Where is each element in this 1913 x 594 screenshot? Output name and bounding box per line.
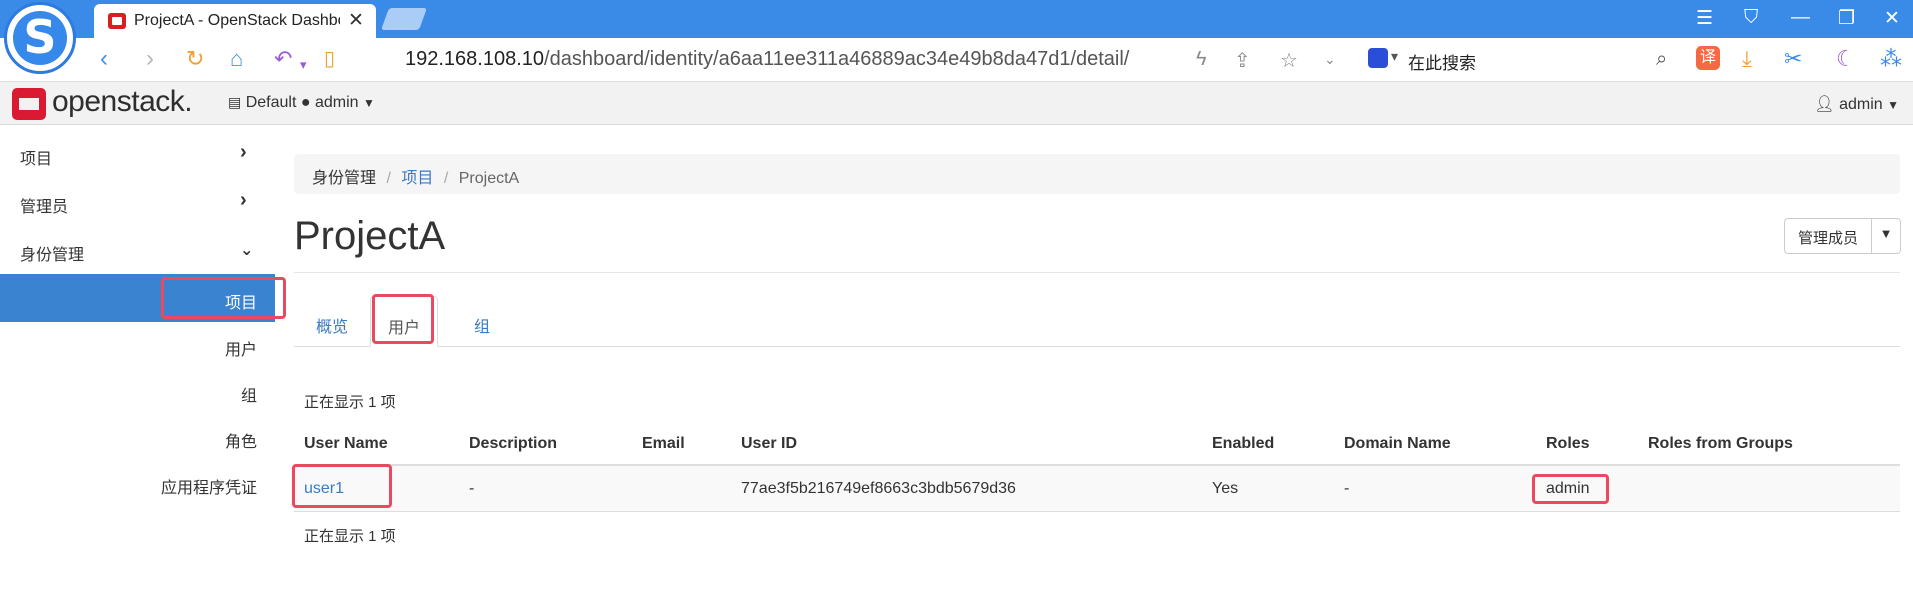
caret-down-icon: ▼	[1887, 98, 1899, 112]
undo-icon[interactable]: ↶	[274, 46, 292, 72]
openstack-brand[interactable]: openstack.	[52, 85, 193, 119]
breadcrumb-identity[interactable]: 身份管理	[312, 170, 376, 187]
search-icon[interactable]: ⌕	[1656, 48, 1667, 71]
highlight-box	[372, 294, 434, 344]
caret-down-icon: ▼	[363, 96, 375, 110]
column-description[interactable]: Description	[469, 435, 557, 453]
home-icon[interactable]: ⌂	[230, 46, 243, 72]
forward-icon[interactable]: ›	[146, 46, 154, 72]
domain-name: Default	[245, 94, 297, 111]
tab-groups[interactable]: 组	[444, 296, 520, 347]
openstack-logo-icon[interactable]	[12, 88, 46, 120]
user-domain-name: -	[1344, 480, 1350, 497]
manage-members-button-group: 管理成员 ▼	[1784, 218, 1902, 254]
user-description: -	[469, 480, 475, 497]
project-dot-icon: ●	[300, 94, 311, 111]
breadcrumb: 身份管理 / 项目 / ProjectA	[294, 154, 1900, 194]
highlight-box	[161, 277, 286, 319]
sidebar-group-label: 管理员	[20, 199, 69, 216]
openstack-navbar: openstack. ▤ Default ● admin ▼ 👤︎ admin …	[0, 82, 1913, 125]
night-mode-icon[interactable]: ☾	[1836, 46, 1856, 72]
column-user-id[interactable]: User ID	[741, 435, 797, 453]
new-tab-button[interactable]	[380, 8, 428, 30]
browser-tab-bar: ProjectA - OpenStack Dashboard ✕ ☰ ⛉ — ❐…	[0, 0, 1913, 38]
chevron-right-icon: ›	[240, 189, 247, 211]
scissors-icon[interactable]: ✂	[1784, 46, 1802, 72]
tab-close-icon[interactable]: ✕	[348, 9, 364, 32]
sidebar-item-roles[interactable]: 角色	[225, 428, 257, 452]
browser-tab-title: ProjectA - OpenStack Dashboard	[134, 12, 340, 29]
manage-members-button[interactable]: 管理成员	[1785, 219, 1873, 253]
url-field[interactable]: 192.168.108.10/dashboard/identity/a6aa11…	[405, 48, 1129, 71]
share-icon[interactable]: ⇪	[1234, 48, 1251, 73]
sidebar: 项目 › 管理员 › 身份管理 ⌄ 项目 用户 组 角色 应用程序凭证	[0, 126, 275, 594]
sidebar-group-admin[interactable]: 管理员 ›	[0, 178, 275, 226]
project-selector[interactable]: ▤ Default ● admin ▼	[228, 94, 375, 112]
breadcrumb-separator: /	[443, 170, 449, 187]
restore-icon[interactable]: ❐	[1838, 7, 1855, 30]
undo-dropdown-icon[interactable]: ▾	[300, 52, 307, 78]
chevron-right-icon: ›	[240, 141, 247, 163]
breadcrumb-separator: /	[386, 170, 391, 187]
menu-icon[interactable]: ☰	[1696, 7, 1713, 30]
breadcrumb-current: ProjectA	[458, 170, 520, 187]
bookmark-star-icon[interactable]: ☆	[1280, 48, 1298, 73]
skin-icon[interactable]: ⛉	[1744, 7, 1758, 29]
address-bar: ‹ › ↻ ⌂ ↶ ▾ ▯ 192.168.108.10/dashboard/i…	[0, 38, 1913, 82]
sidebar-item-users[interactable]: 用户	[225, 336, 257, 360]
column-roles[interactable]: Roles	[1546, 435, 1590, 453]
table-count-top: 正在显示 1 项	[304, 394, 396, 411]
history-dropdown-icon[interactable]: ⌄	[1324, 51, 1336, 68]
sidebar-group-label: 项目	[20, 151, 53, 168]
column-user-name[interactable]: User Name	[304, 435, 388, 453]
highlight-box	[1532, 474, 1609, 504]
browser-tab-active[interactable]: ProjectA - OpenStack Dashboard ✕	[94, 4, 376, 38]
user-enabled: Yes	[1212, 480, 1239, 497]
caret-down-icon[interactable]: ▼	[1872, 219, 1900, 253]
back-icon[interactable]: ‹	[100, 46, 108, 72]
baidu-search-engine-icon[interactable]	[1368, 48, 1398, 68]
sidebar-group-project[interactable]: 项目 ›	[0, 130, 275, 178]
url-path: /dashboard/identity/a6aa11ee311a46889ac3…	[544, 48, 1130, 70]
column-domain-name[interactable]: Domain Name	[1344, 435, 1451, 453]
sidebar-item-groups[interactable]: 组	[241, 382, 257, 406]
window-close-icon[interactable]: ✕	[1884, 7, 1900, 30]
download-icon[interactable]: ⤓	[1742, 46, 1752, 72]
browser-logo-icon[interactable]: S	[4, 2, 76, 74]
user-name: admin	[1839, 96, 1883, 113]
user-icon: 👤︎	[1814, 96, 1835, 113]
page-title: ProjectA	[294, 214, 446, 258]
reader-icon[interactable]: ▯	[324, 46, 335, 72]
translate-icon[interactable]: 译	[1696, 46, 1720, 70]
table-count-bottom: 正在显示 1 项	[304, 528, 396, 545]
tab-overview[interactable]: 概览	[294, 296, 370, 347]
openstack-favicon-icon	[108, 13, 126, 29]
lightning-icon[interactable]: ϟ	[1196, 48, 1207, 71]
user-id: 77ae3f5b216749ef8663c3bdb5679d36	[741, 480, 1016, 497]
extensions-icon[interactable]: ⁂	[1880, 46, 1902, 72]
project-name: admin	[314, 94, 359, 111]
title-divider	[294, 272, 1900, 273]
detail-tabs: 概览 用户 组	[294, 296, 1900, 347]
url-host: 192.168.108.10	[405, 48, 545, 70]
project-list-icon: ▤	[228, 94, 242, 110]
column-enabled[interactable]: Enabled	[1212, 435, 1274, 453]
users-table-header: User Name Description Email User ID Enab…	[294, 424, 1900, 466]
highlight-box	[292, 464, 392, 508]
sidebar-group-label: 身份管理	[20, 247, 85, 264]
minimize-icon[interactable]: —	[1791, 7, 1810, 29]
column-roles-from-groups[interactable]: Roles from Groups	[1648, 435, 1793, 453]
sidebar-item-app-credentials[interactable]: 应用程序凭证	[161, 474, 257, 498]
search-input[interactable]: 在此搜索	[1408, 49, 1476, 74]
chevron-down-icon: ⌄	[240, 242, 254, 259]
reload-icon[interactable]: ↻	[186, 46, 204, 72]
breadcrumb-projects[interactable]: 项目	[401, 170, 433, 187]
user-menu[interactable]: 👤︎ admin ▼	[1814, 94, 1899, 114]
sidebar-group-identity[interactable]: 身份管理 ⌄	[0, 226, 275, 274]
column-email[interactable]: Email	[642, 435, 685, 453]
table-row: user1 - 77ae3f5b216749ef8663c3bdb5679d36…	[294, 466, 1900, 512]
